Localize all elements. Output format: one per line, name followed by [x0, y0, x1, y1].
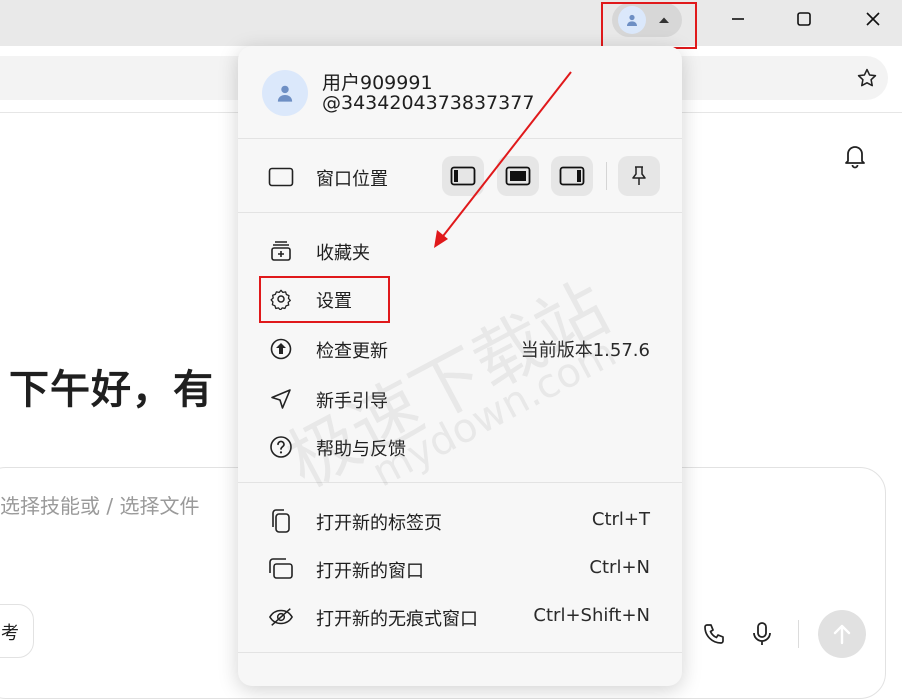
toolbar-separator	[798, 620, 799, 648]
update-icon	[268, 336, 294, 362]
help-icon	[268, 434, 294, 460]
menu-divider	[238, 212, 682, 213]
highlight-box-settings	[259, 276, 390, 323]
menu-item-label: 新手引导	[316, 391, 388, 412]
send-button[interactable]	[818, 610, 866, 658]
incognito-icon	[268, 604, 294, 630]
greeting-heading: 下午好，有	[9, 367, 214, 413]
user-icon	[277, 85, 293, 102]
menu-divider	[238, 138, 682, 139]
bookmark-star-button[interactable]	[855, 66, 879, 90]
minimize-icon	[732, 18, 744, 20]
reference-chip[interactable]: 考	[0, 604, 34, 658]
new-window-icon	[268, 556, 294, 582]
menu-item-label: 检查更新	[316, 341, 388, 362]
dock-right-button[interactable]	[551, 156, 593, 196]
user-id: @3434204373837377	[322, 92, 535, 114]
bell-icon	[845, 146, 865, 169]
microphone-icon	[753, 622, 771, 645]
arrow-up-icon	[833, 624, 851, 645]
maximize-button[interactable]	[774, 0, 834, 38]
center-window-icon	[505, 166, 531, 186]
maximize-icon	[797, 12, 811, 26]
star-icon	[857, 68, 877, 87]
menu-item-label: 打开新的窗口	[316, 561, 424, 582]
call-button[interactable]	[700, 620, 728, 648]
close-button[interactable]	[843, 0, 902, 38]
navigation-icon	[268, 386, 294, 412]
new-tab-icon	[268, 508, 294, 534]
pin-button[interactable]	[618, 156, 660, 196]
menu-item-new-tab[interactable]: 打开新的标签页 Ctrl+T	[238, 498, 682, 542]
chat-input-placeholder: 选择技能或 / 选择文件	[0, 494, 200, 518]
minimize-button[interactable]	[708, 0, 768, 38]
menu-item-label: 打开新的标签页	[316, 513, 442, 534]
pin-icon	[632, 166, 646, 185]
menu-item-incognito[interactable]: 打开新的无痕式窗口 Ctrl+Shift+N	[238, 594, 682, 638]
voice-button[interactable]	[748, 620, 776, 648]
menu-divider	[238, 652, 682, 653]
menu-divider	[238, 482, 682, 483]
highlight-box-profile	[601, 2, 697, 49]
menu-item-favorites[interactable]: 收藏夹	[238, 228, 682, 272]
menu-item-guide[interactable]: 新手引导	[238, 376, 682, 420]
menu-item-check-update[interactable]: 检查更新 当前版本1.57.6	[238, 326, 682, 370]
chip-label: 考	[1, 623, 19, 644]
window-position-label: 窗口位置	[316, 169, 388, 190]
position-separator	[606, 162, 607, 190]
shortcut-label: Ctrl+N	[589, 557, 650, 578]
menu-item-label: 帮助与反馈	[316, 439, 406, 460]
close-icon	[866, 12, 880, 26]
menu-item-new-window[interactable]: 打开新的窗口 Ctrl+N	[238, 546, 682, 590]
user-avatar	[262, 70, 308, 116]
shortcut-label: Ctrl+T	[591, 509, 650, 530]
menu-item-help[interactable]: 帮助与反馈	[238, 424, 682, 468]
menu-item-label: 打开新的无痕式窗口	[316, 609, 478, 630]
profile-menu: 用户909991 @3434204373837377 窗口位置 收藏夹 设置 检…	[238, 46, 682, 686]
dock-left-icon	[450, 166, 476, 186]
dock-left-button[interactable]	[442, 156, 484, 196]
phone-icon	[704, 624, 724, 644]
notification-button[interactable]	[841, 142, 869, 170]
dock-right-icon	[559, 166, 585, 186]
shortcut-label: Ctrl+Shift+N	[533, 605, 650, 626]
favorites-icon	[268, 238, 294, 264]
window-icon	[268, 164, 294, 190]
menu-item-label: 收藏夹	[316, 243, 370, 264]
center-window-button[interactable]	[497, 156, 539, 196]
user-name: 用户909991	[322, 72, 433, 94]
current-version: 当前版本1.57.6	[520, 340, 650, 361]
